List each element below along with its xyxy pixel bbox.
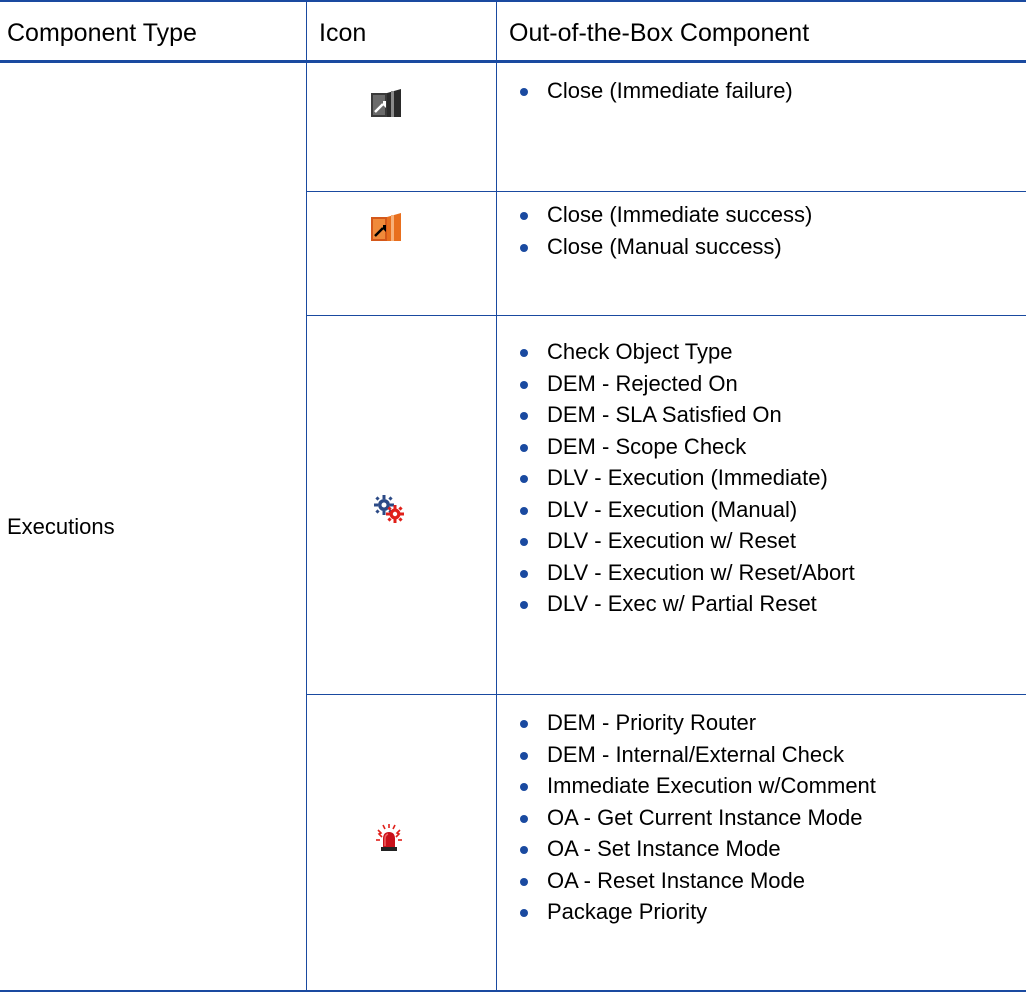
- row-divider: [307, 191, 1026, 192]
- list-item: OA - Set Instance Mode: [520, 833, 876, 865]
- list-item: OA - Reset Instance Mode: [520, 865, 876, 897]
- column-divider: [496, 0, 497, 991]
- alarm-siren-icon: [374, 824, 404, 857]
- table-top-rule: [0, 0, 1026, 2]
- list-item: DEM - Scope Check: [520, 431, 855, 463]
- list-item: Check Object Type: [520, 336, 855, 368]
- list-item: Immediate Execution w/Comment: [520, 770, 876, 802]
- list-item: Close (Immediate success): [520, 199, 812, 231]
- row-4-list: DEM - Priority Router DEM - Internal/Ext…: [520, 707, 876, 928]
- list-item: DLV - Execution (Immediate): [520, 462, 855, 494]
- list-item: OA - Get Current Instance Mode: [520, 802, 876, 834]
- column-divider: [306, 0, 307, 991]
- list-item: DEM - Rejected On: [520, 368, 855, 400]
- table-bottom-rule: [0, 990, 1026, 992]
- header-component: Out-of-the-Box Component: [509, 19, 810, 47]
- row-2-list: Close (Immediate success) Close (Manual …: [520, 199, 812, 262]
- list-item: Close (Manual success): [520, 231, 812, 263]
- list-item: Close (Immediate failure): [520, 75, 793, 107]
- close-failure-door-icon: [371, 88, 403, 123]
- header-icon: Icon: [319, 19, 367, 47]
- row-3-list: Check Object Type DEM - Rejected On DEM …: [520, 336, 855, 620]
- close-success-door-icon: [371, 212, 403, 247]
- component-type-cell: Executions: [7, 514, 115, 539]
- header-rule: [0, 60, 1026, 63]
- list-item: DEM - Internal/External Check: [520, 739, 876, 771]
- list-item: DLV - Execution (Manual): [520, 494, 855, 526]
- row-divider: [307, 315, 1026, 316]
- list-item: DEM - Priority Router: [520, 707, 876, 739]
- gears-icon: [373, 494, 405, 529]
- list-item: DEM - SLA Satisfied On: [520, 399, 855, 431]
- list-item: DLV - Exec w/ Partial Reset: [520, 588, 855, 620]
- header-component-type: Component Type: [7, 19, 197, 47]
- row-1-list: Close (Immediate failure): [520, 75, 793, 107]
- list-item: DLV - Execution w/ Reset/Abort: [520, 557, 855, 589]
- list-item: DLV - Execution w/ Reset: [520, 525, 855, 557]
- row-divider: [307, 694, 1026, 695]
- list-item: Package Priority: [520, 896, 876, 928]
